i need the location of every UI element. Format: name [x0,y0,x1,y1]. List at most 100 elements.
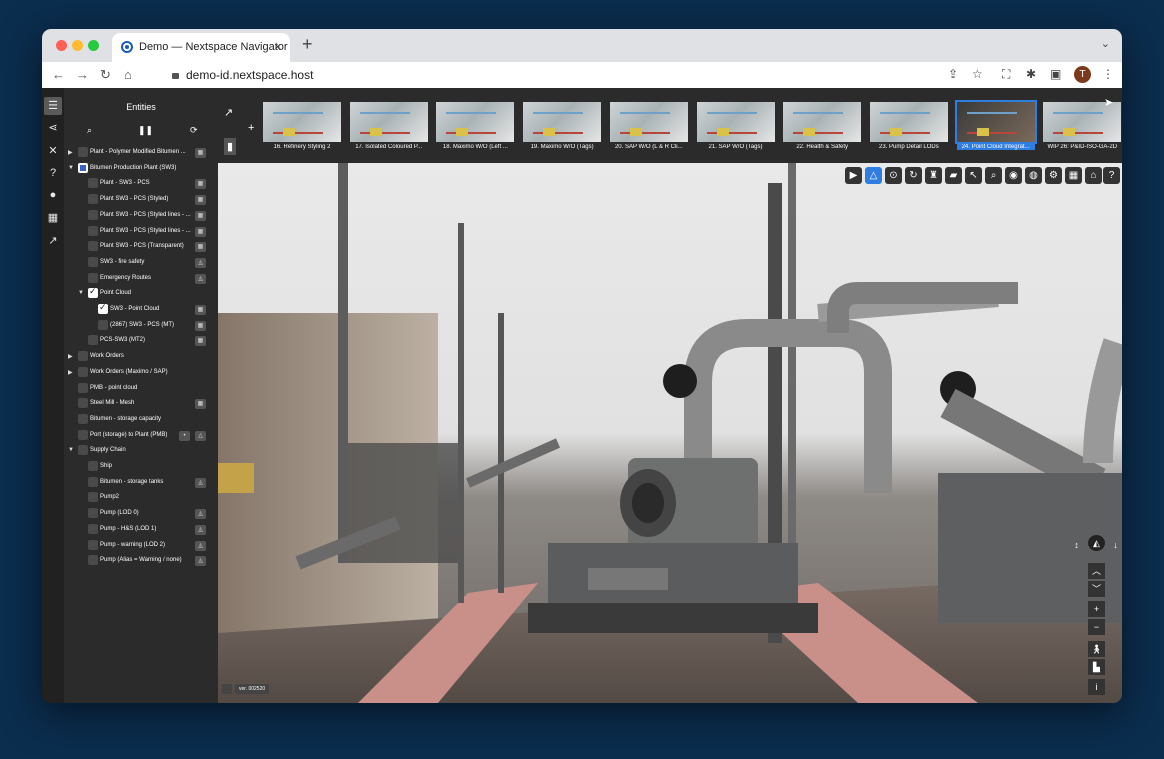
tools-icon[interactable]: ✕ [44,142,62,160]
play-icon[interactable]: ▶ [845,167,862,184]
help-icon[interactable]: ? [44,164,62,182]
share-icon[interactable]: ⇪ [948,67,958,81]
bookmark-thumbnail[interactable]: 18. Maximo W/O (Left ... [436,102,515,156]
tree-checkbox[interactable] [78,445,88,456]
add-bookmark-icon[interactable]: + [248,122,254,134]
tree-row[interactable]: ▶ Work Orders (Maximo / SAP) [64,366,218,380]
tree-row[interactable]: Plant SW3 - PCS (Styled) ▦ [64,193,218,207]
zoom-out-icon[interactable]: − [1088,619,1105,635]
rotate-icon[interactable]: ↻ [905,167,922,184]
search-icon[interactable]: ⌕ [87,125,92,136]
minimize-window-button[interactable] [72,40,83,51]
pause-icon[interactable]: ❚❚ [138,125,153,136]
close-tab-icon[interactable]: × [274,39,282,54]
screen-capture-icon[interactable]: ⛶ [1002,67,1010,82]
tree-checkbox[interactable] [88,335,98,346]
bookmark-thumbnail[interactable]: WIP 26: P&ID-ISO-GA-2D [1043,102,1122,156]
new-tab-icon[interactable]: + [302,34,313,55]
user-icon[interactable]: ● [44,186,62,204]
close-window-button[interactable] [56,40,67,51]
layer-stack-icon[interactable]: ◬ [195,257,206,268]
menu-icon[interactable]: ☰ [44,97,62,115]
tree-checkbox[interactable] [88,194,98,205]
tree-row[interactable]: SW3 - fire safety ◬ [64,256,218,270]
tree-row[interactable]: Pump - warning (LOD 2) ◬ [64,539,218,553]
tree-checkbox[interactable] [88,286,98,299]
tree-row[interactable]: PMB - point cloud [64,382,218,396]
tree-checkbox[interactable] [88,209,98,220]
tree-checkbox[interactable] [78,413,88,424]
tree-row[interactable]: ▼ Supply Chain [64,444,218,458]
bookmark-thumbnail[interactable]: 20. SAP W/O (L & R Cli... [609,102,688,156]
tree-checkbox[interactable] [88,523,98,534]
home-view-icon[interactable]: ⌂ [1085,167,1102,184]
dot-icon[interactable]: • [179,430,190,441]
terrain-icon[interactable]: △ [865,167,882,184]
bookmark-thumbnail[interactable]: 19. Maximo W/O (Tags) [523,102,602,156]
maximize-window-button[interactable] [88,40,99,51]
refresh-icon[interactable]: ⟳ [190,125,198,136]
reload-icon[interactable]: ↻ [100,67,111,83]
caret-right-icon[interactable]: ▶ [68,353,73,360]
table-icon[interactable]: ▦ [195,179,206,190]
compass-icon[interactable]: ◭ [1088,535,1105,551]
zoom-in-icon[interactable]: + [1088,601,1105,617]
tree-row[interactable]: Pump - H&S (LOD 1) ◬ [64,523,218,537]
tree-row[interactable]: Pump2 [64,491,218,505]
bookmark-thumbnail[interactable]: 22. Health & Safety [783,102,862,156]
3d-viewer[interactable]: ver. 002520 ▶ △ ⊙ ↻ ♜ ▰ ↖ ⌕ ◉ ◍ ⚙ ▦ ⌂ ? … [218,163,1122,703]
profile-avatar[interactable]: T [1074,66,1091,83]
bookmark-thumbnail[interactable]: 21. SAP W/O (Tags) [696,102,775,156]
tree-checkbox[interactable] [88,555,98,566]
table-icon[interactable]: ▦ [195,195,206,206]
tree-row[interactable]: Plant SW3 - PCS (Styled lines - ... ▦ [64,209,218,223]
tree-row[interactable]: ▶ Work Orders [64,350,218,364]
caret-down-icon[interactable]: ▼ [68,165,74,171]
tree-checkbox[interactable] [98,302,108,314]
tree-checkbox[interactable] [88,492,98,503]
tree-checkbox[interactable] [88,241,98,252]
walk-mode-icon[interactable]: ♜ [925,167,942,184]
layer-stack-icon[interactable]: ◬ [195,509,206,520]
layer-stack-icon[interactable]: ◬ [195,556,206,567]
height-arrows-icon[interactable]: ↕ [1068,537,1085,553]
tree-checkbox[interactable] [88,272,98,283]
settings-icon[interactable]: ⚙ [1045,167,1062,184]
back-icon[interactable]: ← [52,67,65,82]
tree-row[interactable]: SW3 - Point Cloud ▦ [64,302,218,317]
tree-checkbox[interactable] [78,162,88,173]
tree-checkbox[interactable] [78,382,88,393]
table-icon[interactable]: ▦ [195,148,206,158]
table-icon[interactable]: ▦ [195,320,206,331]
bookmark-thumbnail[interactable]: 17. Isolated Coloured P... [349,102,428,156]
bookmark-thumbnail[interactable]: 16. Refinery Styling 2 [263,102,341,156]
bookmark-star-icon[interactable]: ☆ [972,67,983,81]
tree-row[interactable]: Port (storage) to Plant (PMB) • △ [64,429,218,443]
tree-row[interactable]: (2867) SW3 - PCS (MT) ▦ [64,319,218,333]
navigate-arrow-icon[interactable]: ➤ [1104,96,1113,109]
tree-checkbox[interactable] [78,429,88,440]
layer-stack-icon[interactable]: ◬ [195,273,206,284]
select-cursor-icon[interactable]: ↖ [965,167,982,184]
tilt-down-icon[interactable]: ﹀ [1088,581,1105,597]
tree-checkbox[interactable] [88,225,98,236]
camera-icon[interactable]: ◉ [1005,167,1022,184]
caret-right-icon[interactable]: ▶ [68,149,73,156]
tree-checkbox[interactable] [88,178,98,189]
zoom-icon[interactable]: ⌕ [985,167,1002,184]
external-link-icon[interactable]: ↗ [224,106,233,119]
tree-checkbox[interactable] [78,398,88,409]
sidebar-icon[interactable]: ▣ [1050,67,1061,81]
grid-icon[interactable]: ▦ [1065,167,1082,184]
tree-row[interactable]: Emergency Routes ◬ [64,272,218,286]
caret-right-icon[interactable]: ▶ [68,369,73,376]
table-icon[interactable]: ▦ [195,399,206,410]
orbit-icon[interactable]: ⊙ [885,167,902,184]
tree-row[interactable]: Plant SW3 - PCS (Styled lines - ... ▦ [64,225,218,239]
tree-row[interactable]: ▶ Plant - Polymer Modified Bitumen ... ▦ [64,146,218,160]
tree-row[interactable]: ▼ Point Cloud [64,286,218,301]
tree-row[interactable]: Bitumen - storage tanks ◬ [64,476,218,490]
tree-row[interactable]: Ship [64,460,218,474]
help-circle-icon[interactable]: ? [1103,167,1120,184]
tree-checkbox[interactable] [88,461,98,471]
